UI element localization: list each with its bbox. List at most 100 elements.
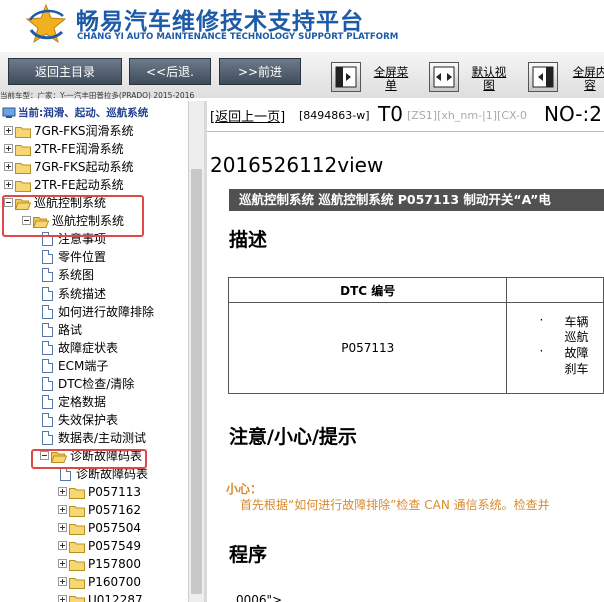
back-button[interactable]: <<后退.: [129, 58, 211, 85]
forward-button[interactable]: >>前进: [219, 58, 301, 85]
default-view-button[interactable]: [429, 62, 459, 92]
tree-item-label: 7GR-FKS起动系统: [34, 160, 134, 175]
expand-icon[interactable]: [4, 162, 13, 172]
cy-star-logo-icon: [25, 3, 67, 44]
folder-icon: [69, 558, 85, 572]
folder-icon: [15, 179, 31, 193]
document-icon: [42, 340, 53, 355]
tree-item-label: 故障症状表: [58, 340, 119, 355]
tree-item-label: 7GR-FKS润滑系统: [34, 124, 134, 139]
folder-icon: [69, 504, 85, 518]
dtc-desc-line: 刹车: [564, 362, 589, 376]
tree-item-label: ECM端子: [58, 358, 109, 373]
bullet-dot: ·: [539, 344, 544, 358]
fullscreen-menu-label[interactable]: 全屏菜单: [373, 66, 409, 92]
fullscreen-content-label[interactable]: 全屏内容: [572, 66, 604, 92]
app-header: 畅易汽车维修技术支持平台 CHANG YI AUTO MAINTENANCE T…: [0, 0, 604, 52]
expand-icon[interactable]: [4, 180, 13, 190]
default-view-label[interactable]: 默认视图: [471, 66, 507, 92]
content-topline: [返回上一页] [8494863-w] T0 [ZS1][xh_nm-|1][C…: [207, 101, 604, 132]
platform-title: 畅易汽车维修技术支持平台: [76, 9, 364, 35]
tree-item-label: P057504: [88, 521, 142, 536]
tree-item-label: U012287: [88, 593, 143, 602]
expand-icon[interactable]: [4, 126, 13, 136]
document-icon: [42, 394, 53, 409]
folder-icon: [15, 143, 31, 157]
code-fragment: 0006">: [236, 593, 283, 602]
expand-icon[interactable]: [58, 541, 67, 551]
scrollbar-thumb[interactable]: [191, 169, 202, 594]
document-icon: [60, 467, 71, 481]
tree-item-label: P057549: [88, 539, 142, 554]
expand-icon[interactable]: [58, 487, 67, 497]
expand-icon[interactable]: [58, 577, 67, 587]
dtc-description: · 车辆 巡航 · 故障 刹车: [506, 302, 604, 394]
tree-item-label: 2TR-FE润滑系统: [34, 142, 124, 157]
back-to-main-button[interactable]: 返回主目录: [8, 58, 122, 85]
tree-item-label: 定格数据: [58, 394, 107, 409]
hint-text: 首先根据“如何进行故障排除”检查 CAN 通信系统。检查并: [240, 498, 550, 512]
tree-item-label: P157800: [88, 557, 142, 572]
computer-icon: [2, 107, 16, 119]
back-link[interactable]: [返回上一页]: [210, 106, 285, 125]
dtc-desc-line: 巡航: [564, 330, 589, 344]
fullscreen-menu-button[interactable]: [331, 62, 361, 92]
tree-item-label: P160700: [88, 575, 142, 590]
document-icon: [42, 376, 53, 391]
document-icon: [42, 268, 53, 283]
panel-arrow-icon: [335, 66, 357, 88]
tree-item-label: DTC检查/清除: [58, 376, 135, 391]
expand-icon[interactable]: [58, 523, 67, 533]
document-icon: [42, 322, 53, 337]
split-view-icon: [433, 66, 455, 88]
document-icon: [42, 286, 53, 301]
doc-zs: [ZS1][xh_nm-|1][CX-0: [407, 109, 527, 122]
back-link-text[interactable]: 返回上一页: [215, 110, 280, 125]
dtc-desc-line: 故障: [564, 346, 589, 360]
tree-item-label: 系统描述: [58, 286, 107, 301]
dtc-table: DTC 编号 P057113 · 车辆 巡航 · 故障 刹车: [227, 277, 604, 394]
folder-icon: [69, 486, 85, 500]
folder-icon: [69, 522, 85, 536]
folder-icon: [15, 125, 31, 139]
tree-item-label: 系统图: [58, 268, 95, 283]
section-banner: 巡航控制系统 巡航控制系统 P057113 制动开关“A”电: [229, 189, 604, 211]
expand-icon[interactable]: [58, 505, 67, 515]
platform-subtitle: CHANG YI AUTO MAINTENANCE TECHNOLOGY SUP…: [77, 32, 399, 42]
tree-item-label: P057162: [88, 503, 142, 518]
expand-icon[interactable]: [58, 595, 67, 602]
document-icon: [42, 250, 53, 265]
document-icon: [42, 358, 53, 373]
content-pane: [返回上一页] [8494863-w] T0 [ZS1][xh_nm-|1][C…: [207, 101, 604, 602]
tree-item-label: 路试: [58, 322, 83, 337]
folder-icon: [69, 576, 85, 590]
heading-caution: 注意/小心/提示: [229, 426, 357, 448]
dtc-header: DTC 编号: [227, 277, 508, 303]
document-icon: [42, 430, 53, 445]
heading-procedure: 程序: [229, 544, 268, 566]
highlight-cruise-system: [2, 195, 144, 237]
panel-arrow-icon: [532, 66, 554, 88]
expand-icon[interactable]: [4, 144, 13, 154]
folder-icon: [69, 540, 85, 554]
tree-item-label: P057113: [88, 485, 142, 500]
dtc-header-2: [506, 277, 604, 303]
document-icon: [42, 304, 53, 319]
doc-code: [8494863-w]: [299, 109, 370, 122]
folder-icon: [15, 161, 31, 175]
tree-item-label: 数据表/主动测试: [58, 430, 147, 445]
fullscreen-content-button[interactable]: [528, 62, 558, 92]
hint-title: 小心：: [226, 482, 263, 496]
document-icon: [42, 412, 53, 427]
navigation-tree: 当前:润滑、起动、巡航系统 7GR-FKS润滑系统 2TR-FE润滑系统 7GR-FK…: [0, 101, 188, 602]
doc-t0: T0: [378, 102, 403, 126]
heading-description: 描述: [229, 229, 268, 251]
folder-icon: [69, 594, 85, 602]
bullet-dot: ·: [539, 313, 544, 327]
dtc-value: P057113: [227, 302, 508, 394]
doc-no: NO-:2: [544, 102, 602, 126]
current-system-text: 当前:润滑、起动、巡航系统: [18, 107, 149, 119]
expand-icon[interactable]: [58, 559, 67, 569]
tree-item-label: 2TR-FE起动系统: [34, 178, 124, 193]
tree-scrollbar[interactable]: [188, 101, 204, 602]
